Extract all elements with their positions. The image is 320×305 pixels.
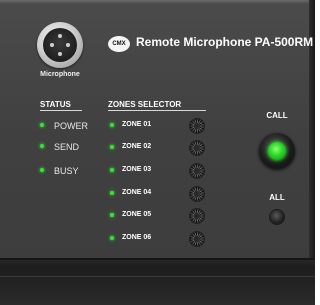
zone-label: ZONE 03 <box>122 166 152 173</box>
xlr-connector-icon <box>37 22 83 68</box>
zone-led <box>110 236 114 240</box>
status-underline <box>40 110 82 111</box>
status-label: BUSY <box>54 166 79 176</box>
zone-led <box>110 213 114 217</box>
microphone-label: Microphone <box>40 71 80 78</box>
zone-led <box>110 123 114 127</box>
zone-row-01: ZONE 01 <box>110 119 206 133</box>
remote-microphone-panel: Microphone CMX Remote Microphone PA-500R… <box>0 0 315 305</box>
zones-heading: ZONES SELECTOR <box>108 100 182 109</box>
zone-select-button[interactable] <box>190 164 204 178</box>
zone-select-button[interactable] <box>190 209 204 223</box>
all-label: ALL <box>269 193 285 202</box>
connector-pin <box>58 34 62 38</box>
zone-led <box>110 191 114 195</box>
zone-label: ZONE 04 <box>122 189 152 196</box>
device-title: Remote Microphone PA-500RM <box>136 35 314 49</box>
status-led <box>40 144 44 148</box>
connector-pin <box>50 43 54 47</box>
status-led <box>40 168 44 172</box>
zone-label: ZONE 02 <box>122 143 152 150</box>
status-label: SEND <box>54 142 80 152</box>
bottom-panel <box>0 258 315 305</box>
connector-socket <box>43 28 77 62</box>
zone-select-button[interactable] <box>190 232 204 246</box>
zone-row-02: ZONE 02 <box>110 141 206 155</box>
bottom-lip <box>0 276 315 277</box>
zone-row-05: ZONE 05 <box>110 209 206 223</box>
status-heading: STATUS <box>40 100 71 109</box>
connector-pin <box>58 52 62 56</box>
connector-pin <box>66 43 70 47</box>
zone-select-button[interactable] <box>190 141 204 155</box>
zone-label: ZONE 05 <box>122 211 152 218</box>
zone-row-06: ZONE 06 <box>110 232 206 246</box>
status-label: POWER <box>54 121 89 131</box>
call-button[interactable] <box>259 133 295 169</box>
call-indicator-light <box>268 142 286 160</box>
zone-led <box>110 168 114 172</box>
zone-label: ZONE 06 <box>122 234 152 241</box>
zone-select-button[interactable] <box>190 119 204 133</box>
zone-row-04: ZONE 04 <box>110 187 206 201</box>
top-edge <box>0 0 315 4</box>
zone-led <box>110 145 114 149</box>
call-label: CALL <box>266 111 288 120</box>
all-zones-button[interactable] <box>270 210 284 224</box>
zones-underline <box>108 110 206 111</box>
bottom-edge-shadow <box>0 258 315 260</box>
status-led <box>40 123 44 127</box>
zone-select-button[interactable] <box>190 187 204 201</box>
brand-logo: CMX <box>108 36 130 52</box>
zone-label: ZONE 01 <box>122 121 152 128</box>
zone-row-03: ZONE 03 <box>110 164 206 178</box>
